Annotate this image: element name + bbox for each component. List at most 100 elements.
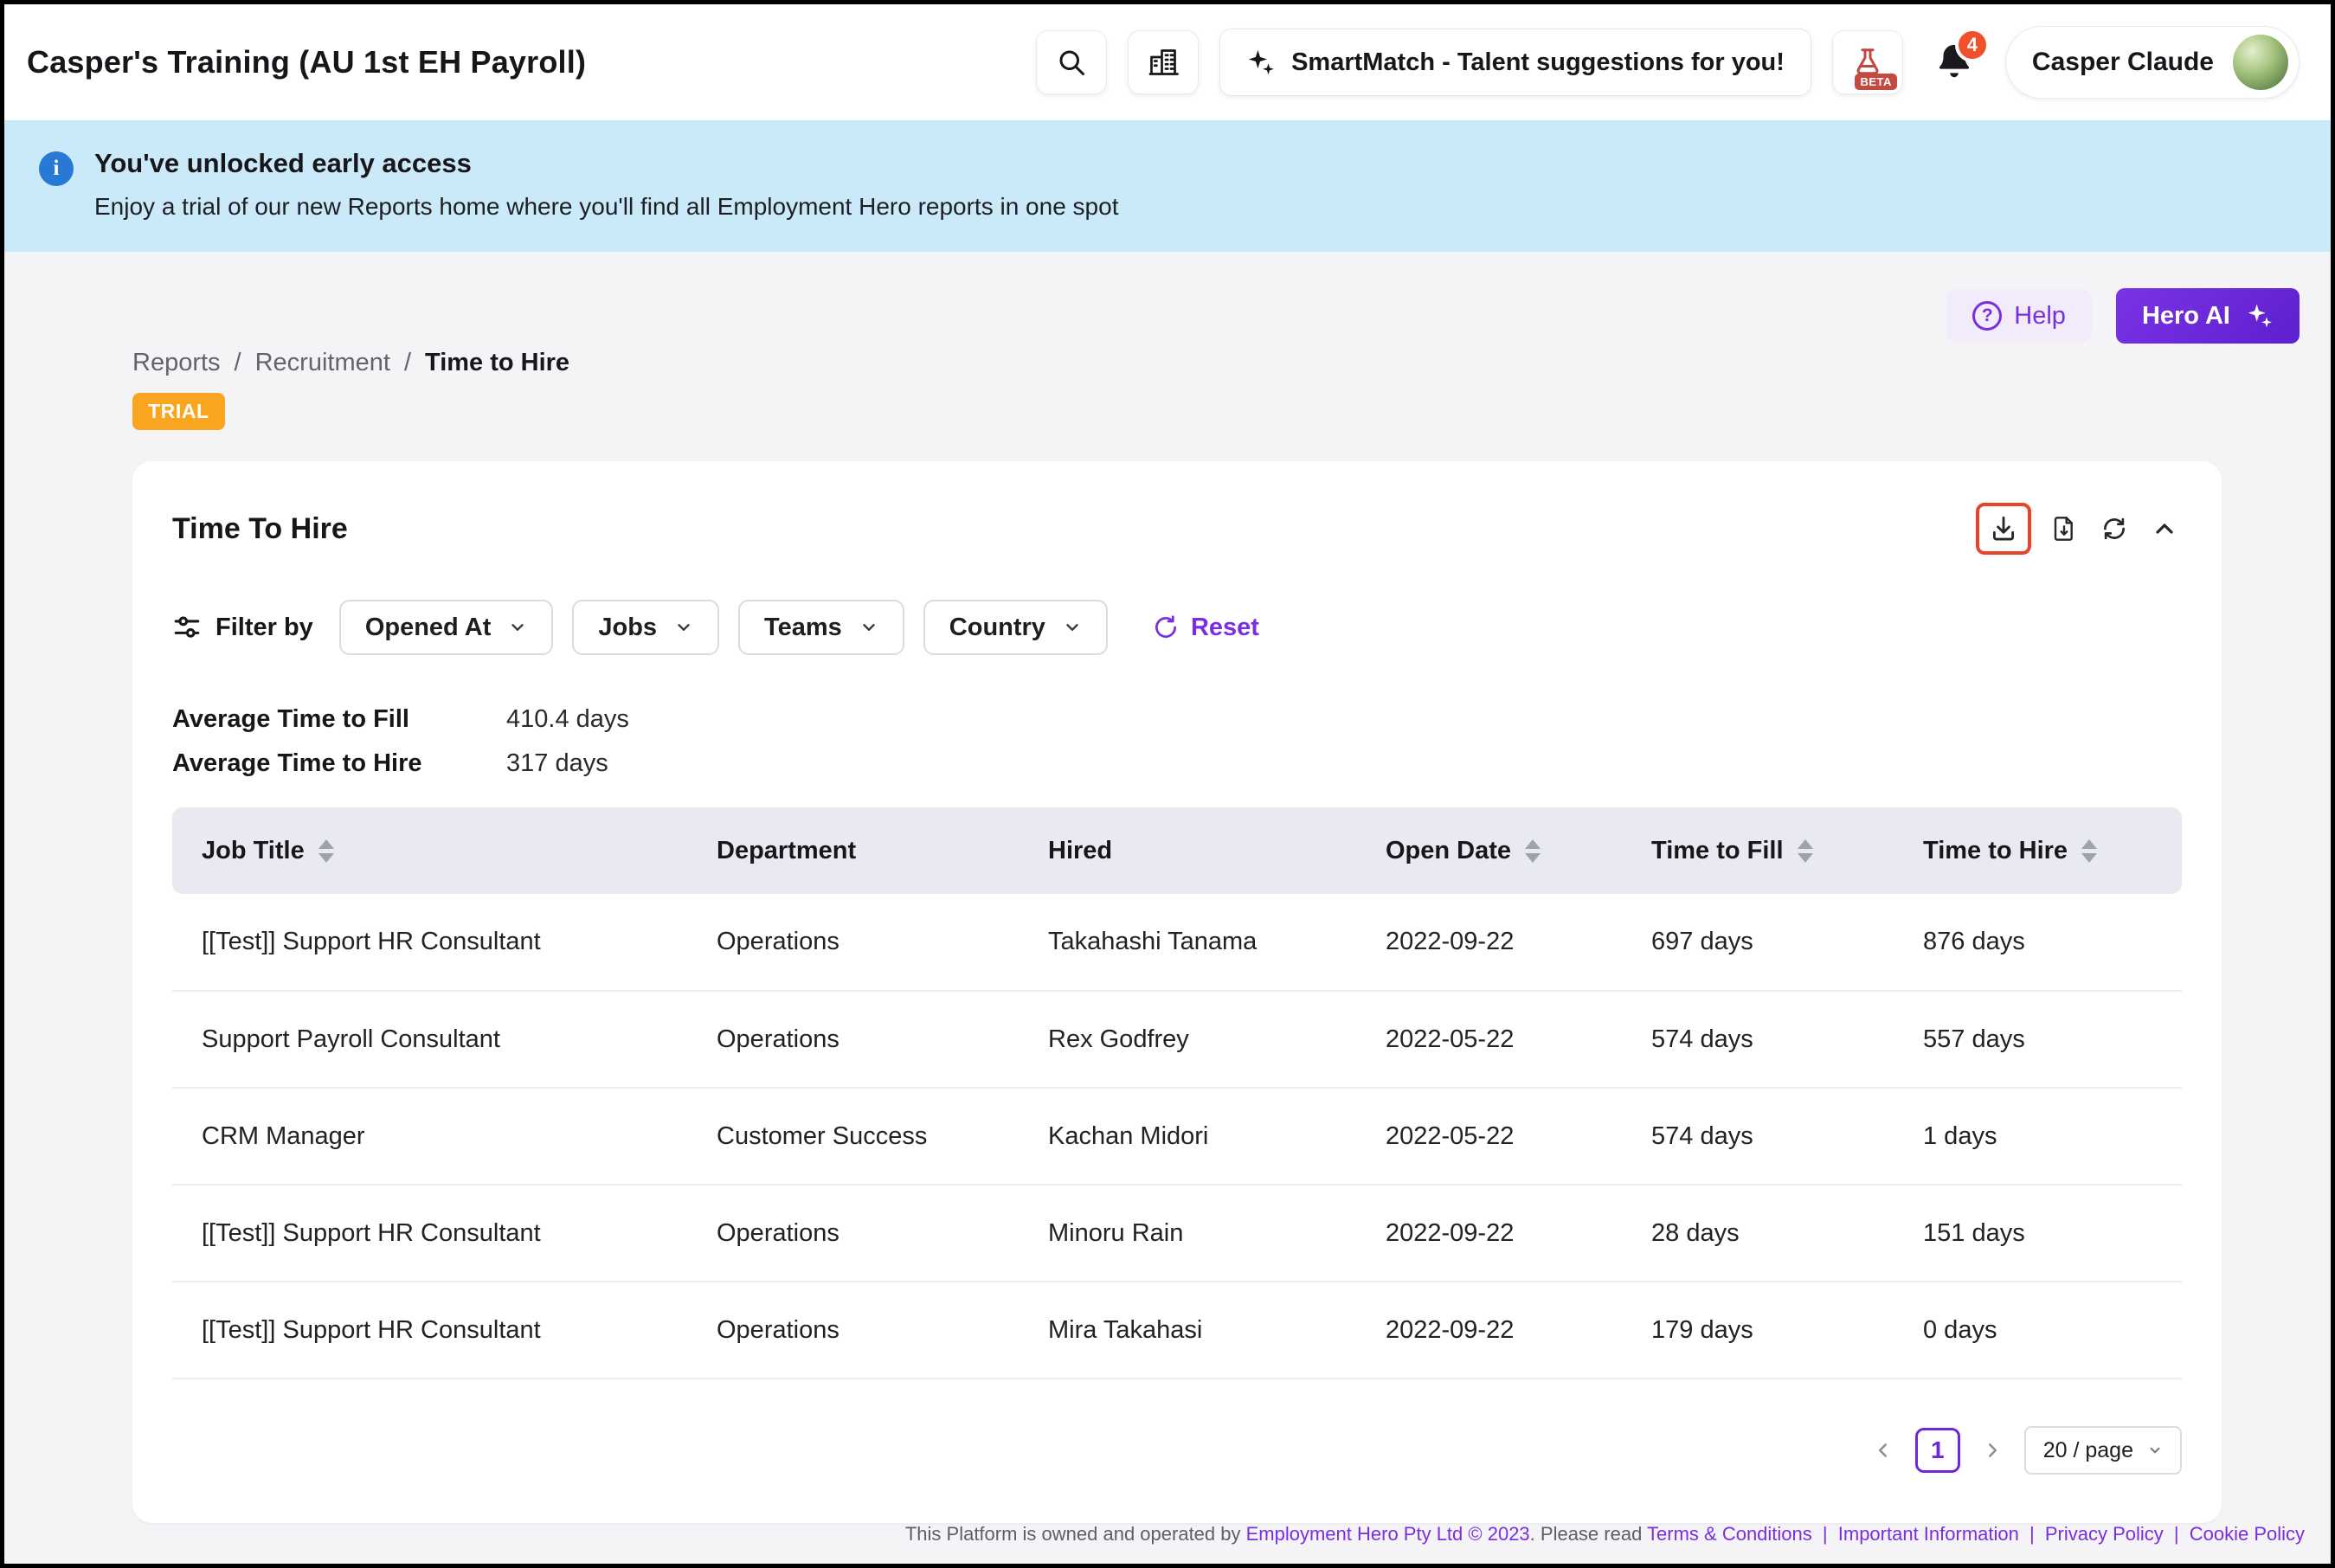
- column-header-job-title[interactable]: Job Title: [172, 807, 687, 894]
- buildings-icon: [1148, 47, 1179, 78]
- report-tools: [1976, 503, 2182, 555]
- footer-separator: |: [2174, 1523, 2179, 1545]
- report-card: Time To Hire: [132, 461, 2222, 1523]
- report-card-header: Time To Hire: [172, 503, 2182, 555]
- chevron-down-icon: [1063, 618, 1082, 637]
- user-name: Casper Claude: [2032, 48, 2214, 77]
- chevron-down-icon: [859, 618, 878, 637]
- refresh-button[interactable]: [2097, 511, 2132, 546]
- notifications-button[interactable]: 4: [1924, 35, 1984, 91]
- cell-department: Operations: [687, 991, 1019, 1088]
- hero-ai-sparkle-icon: [2246, 302, 2274, 330]
- cell-department: Customer Success: [687, 1088, 1019, 1185]
- info-icon: i: [39, 151, 74, 186]
- smartmatch-button[interactable]: SmartMatch - Talent suggestions for you!: [1219, 29, 1811, 96]
- cell-time-to-hire: 0 days: [1894, 1282, 2182, 1378]
- beta-lab-button[interactable]: BETA: [1832, 30, 1903, 94]
- reset-button[interactable]: Reset: [1153, 614, 1259, 642]
- footer-link-important-information[interactable]: Important Information: [1838, 1523, 2019, 1545]
- help-icon: ?: [1972, 301, 2002, 331]
- cell-job-title: [[Test]] Support HR Consultant: [172, 1282, 687, 1378]
- breadcrumb-reports[interactable]: Reports: [132, 349, 221, 377]
- footer-separator: |: [1823, 1523, 1828, 1545]
- collapse-button[interactable]: [2147, 511, 2182, 546]
- column-header-department: Department: [687, 807, 1019, 894]
- filter-opened-at[interactable]: Opened At: [339, 600, 554, 655]
- chevron-down-icon: [674, 618, 693, 637]
- time-to-hire-table: Job Title Department Hired Open Date Tim…: [172, 807, 2182, 1379]
- page-title: Casper's Training (AU 1st EH Payroll): [27, 44, 586, 80]
- cell-time-to-fill: 179 days: [1622, 1282, 1894, 1378]
- cell-department: Operations: [687, 894, 1019, 991]
- footer-link-terms[interactable]: Terms & Conditions: [1647, 1523, 1812, 1545]
- help-label: Help: [2014, 302, 2066, 331]
- sort-icon: [318, 839, 334, 863]
- filter-sliders-icon: [172, 613, 202, 642]
- main-content: ? Help Hero AI Reports / Recruitment / T…: [4, 252, 2331, 1566]
- table-header-row: Job Title Department Hired Open Date Tim…: [172, 807, 2182, 894]
- sort-icon: [2081, 839, 2097, 863]
- cell-job-title: Support Payroll Consultant: [172, 991, 687, 1088]
- footer-company-link[interactable]: Employment Hero Pty Ltd © 2023: [1246, 1523, 1530, 1545]
- cell-job-title: [[Test]] Support HR Consultant: [172, 894, 687, 991]
- cell-open-date: 2022-09-22: [1356, 1282, 1622, 1378]
- stat-label: Average Time to Hire: [172, 749, 506, 778]
- banner-title: You've unlocked early access: [94, 148, 1118, 179]
- table-row: [[Test]] Support HR Consultant Operation…: [172, 1282, 2182, 1378]
- profile-button[interactable]: Casper Claude: [2005, 26, 2300, 99]
- cell-department: Operations: [687, 1185, 1019, 1282]
- sort-icon: [1525, 839, 1541, 863]
- app-window: Casper's Training (AU 1st EH Payroll) Sm…: [0, 0, 2335, 1568]
- current-page-button[interactable]: 1: [1915, 1428, 1960, 1473]
- column-header-time-to-fill[interactable]: Time to Fill: [1622, 807, 1894, 894]
- pagination: 1 20 / page: [172, 1426, 2182, 1475]
- footer-separator: |: [2029, 1523, 2035, 1545]
- beta-badge: BETA: [1855, 74, 1896, 90]
- smartmatch-label: SmartMatch - Talent suggestions for you!: [1291, 48, 1785, 77]
- cell-time-to-fill: 574 days: [1622, 991, 1894, 1088]
- page-size-select[interactable]: 20 / page: [2024, 1426, 2182, 1475]
- breadcrumb-separator: /: [404, 349, 411, 377]
- hero-ai-button[interactable]: Hero AI: [2116, 288, 2300, 344]
- refresh-icon: [2100, 515, 2128, 543]
- download-button[interactable]: [1985, 511, 2022, 547]
- filter-jobs[interactable]: Jobs: [572, 600, 719, 655]
- chevron-down-icon: [2147, 1443, 2163, 1458]
- table-row: [[Test]] Support HR Consultant Operation…: [172, 1185, 2182, 1282]
- column-header-time-to-hire[interactable]: Time to Hire: [1894, 807, 2182, 894]
- next-page-button[interactable]: [1981, 1439, 2004, 1462]
- stat-value: 317 days: [506, 749, 2182, 778]
- breadcrumb: Reports / Recruitment / Time to Hire: [132, 349, 2331, 377]
- filter-country[interactable]: Country: [923, 600, 1108, 655]
- early-access-banner: i You've unlocked early access Enjoy a t…: [4, 120, 2331, 252]
- trial-badge: TRIAL: [132, 393, 225, 430]
- export-file-button[interactable]: [2047, 511, 2081, 546]
- filter-teams[interactable]: Teams: [738, 600, 904, 655]
- header-actions: SmartMatch - Talent suggestions for you!…: [1036, 26, 2300, 99]
- cell-time-to-fill: 28 days: [1622, 1185, 1894, 1282]
- footer-link-privacy-policy[interactable]: Privacy Policy: [2045, 1523, 2164, 1545]
- sort-icon: [1798, 839, 1813, 863]
- organisation-button[interactable]: [1128, 30, 1199, 94]
- filter-by-label: Filter by: [172, 613, 313, 642]
- cell-time-to-hire: 876 days: [1894, 894, 2182, 991]
- prev-page-button[interactable]: [1872, 1439, 1894, 1462]
- cell-open-date: 2022-05-22: [1356, 991, 1622, 1088]
- reset-icon: [1153, 614, 1179, 640]
- search-button[interactable]: [1036, 30, 1107, 94]
- notification-count-badge: 4: [1955, 28, 1990, 62]
- help-button[interactable]: ? Help: [1946, 290, 2092, 342]
- cell-time-to-fill: 574 days: [1622, 1088, 1894, 1185]
- chevron-right-icon: [1981, 1439, 2004, 1462]
- footer-link-cookie-policy[interactable]: Cookie Policy: [2190, 1523, 2305, 1545]
- column-header-hired: Hired: [1019, 807, 1356, 894]
- column-header-open-date[interactable]: Open Date: [1356, 807, 1622, 894]
- cell-time-to-hire: 151 days: [1894, 1185, 2182, 1282]
- breadcrumb-separator: /: [235, 349, 241, 377]
- report-title: Time To Hire: [172, 512, 348, 546]
- download-icon: [1989, 514, 2018, 543]
- table-row: CRM Manager Customer Success Kachan Mido…: [172, 1088, 2182, 1185]
- chevron-up-icon: [2151, 515, 2178, 543]
- avatar: [2233, 35, 2288, 90]
- breadcrumb-recruitment[interactable]: Recruitment: [255, 349, 390, 377]
